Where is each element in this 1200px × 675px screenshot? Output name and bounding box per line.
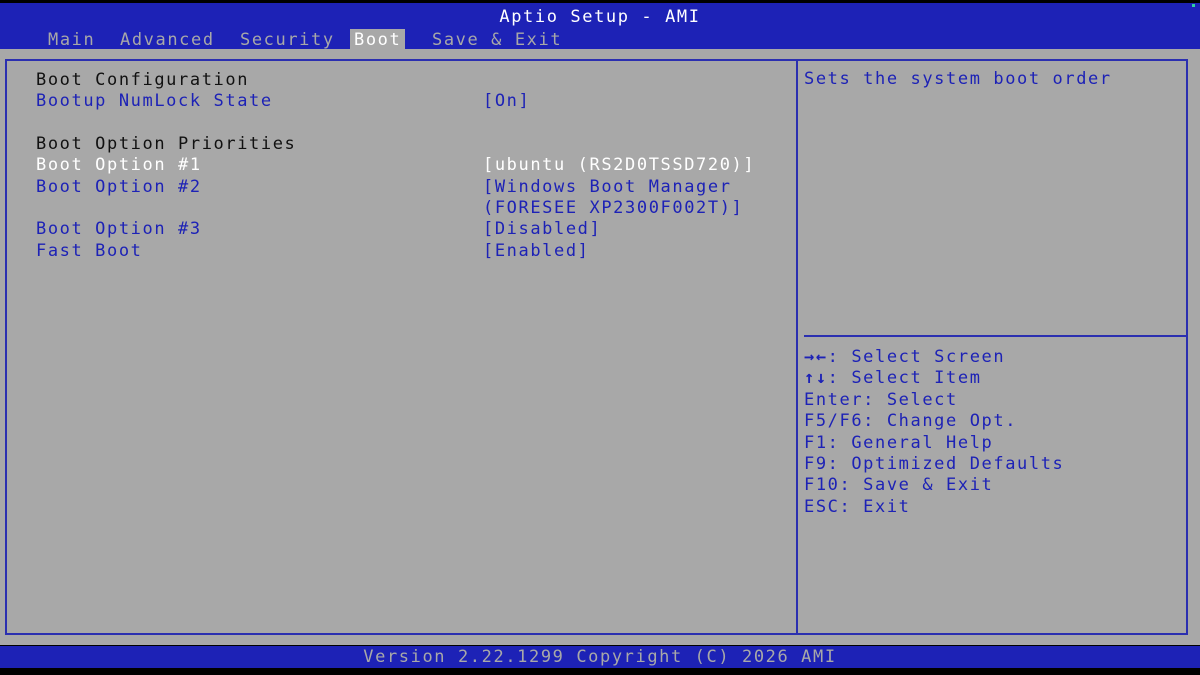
tab-advanced[interactable]: Advanced bbox=[120, 29, 215, 51]
app-title: Aptio Setup - AMI bbox=[499, 7, 701, 27]
boot-option-1-value[interactable]: [ubuntu (RS2D0TSSD720)] bbox=[483, 155, 755, 176]
boot-option-3-value[interactable]: [Disabled] bbox=[483, 219, 601, 240]
key-select-item-text: : Select Item bbox=[827, 368, 982, 389]
help-divider bbox=[804, 335, 1188, 337]
key-change-opt: F5/F6: Change Opt. bbox=[804, 411, 1018, 432]
boot-option-priorities-heading: Boot Option Priorities bbox=[36, 134, 297, 154]
key-save-exit: F10: Save & Exit bbox=[804, 475, 994, 496]
key-select-screen: →←: Select Screen bbox=[804, 347, 1064, 368]
boot-option-3-label[interactable]: Boot Option #3 bbox=[36, 219, 202, 240]
fast-boot-label[interactable]: Fast Boot bbox=[36, 241, 143, 262]
key-general-help: F1: General Help bbox=[804, 432, 994, 453]
left-right-arrows-icon: →← bbox=[804, 347, 828, 367]
panel-divider bbox=[796, 59, 798, 635]
tab-boot[interactable]: Boot bbox=[350, 29, 406, 51]
key-select-item: ↑↓: Select Item bbox=[804, 368, 1064, 389]
fast-boot-value[interactable]: [Enabled] bbox=[483, 241, 590, 262]
key-legend: →←: Select Screen ↑↓: Select Item Enter:… bbox=[804, 347, 1064, 518]
boot-option-1-label[interactable]: Boot Option #1 bbox=[36, 155, 202, 176]
title-bar: Aptio Setup - AMI Main Advanced Security… bbox=[0, 3, 1200, 51]
version-footer: Version 2.22.1299 Copyright (C) 2026 AMI bbox=[0, 646, 1200, 668]
setup-screen: Boot Configuration Bootup NumLock State … bbox=[0, 49, 1200, 645]
tab-security[interactable]: Security bbox=[240, 29, 335, 51]
key-enter: Enter: Select bbox=[804, 389, 958, 410]
corner-indicator bbox=[1192, 4, 1195, 7]
key-optimized-defaults: F9: Optimized Defaults bbox=[804, 453, 1065, 474]
boot-configuration-heading: Boot Configuration bbox=[36, 70, 250, 90]
bootup-numlock-value[interactable]: [On] bbox=[483, 91, 530, 112]
tab-main[interactable]: Main bbox=[48, 29, 95, 51]
help-description: Sets the system boot order bbox=[804, 69, 1112, 89]
key-select-screen-text: : Select Screen bbox=[827, 347, 1006, 367]
boot-option-2-value-line2[interactable]: (FORESEE XP2300F002T)] bbox=[483, 198, 743, 219]
tab-save-exit[interactable]: Save & Exit bbox=[432, 29, 562, 51]
menu-tabs: Main Advanced Security Boot Save & Exit bbox=[0, 29, 1200, 51]
boot-option-2-label[interactable]: Boot Option #2 bbox=[36, 177, 202, 198]
bootup-numlock-label[interactable]: Bootup NumLock State bbox=[36, 91, 273, 112]
up-down-arrows-icon: ↑↓ bbox=[804, 368, 828, 389]
key-esc-exit: ESC: Exit bbox=[804, 496, 911, 517]
boot-option-2-value-line1[interactable]: [Windows Boot Manager bbox=[483, 177, 732, 198]
